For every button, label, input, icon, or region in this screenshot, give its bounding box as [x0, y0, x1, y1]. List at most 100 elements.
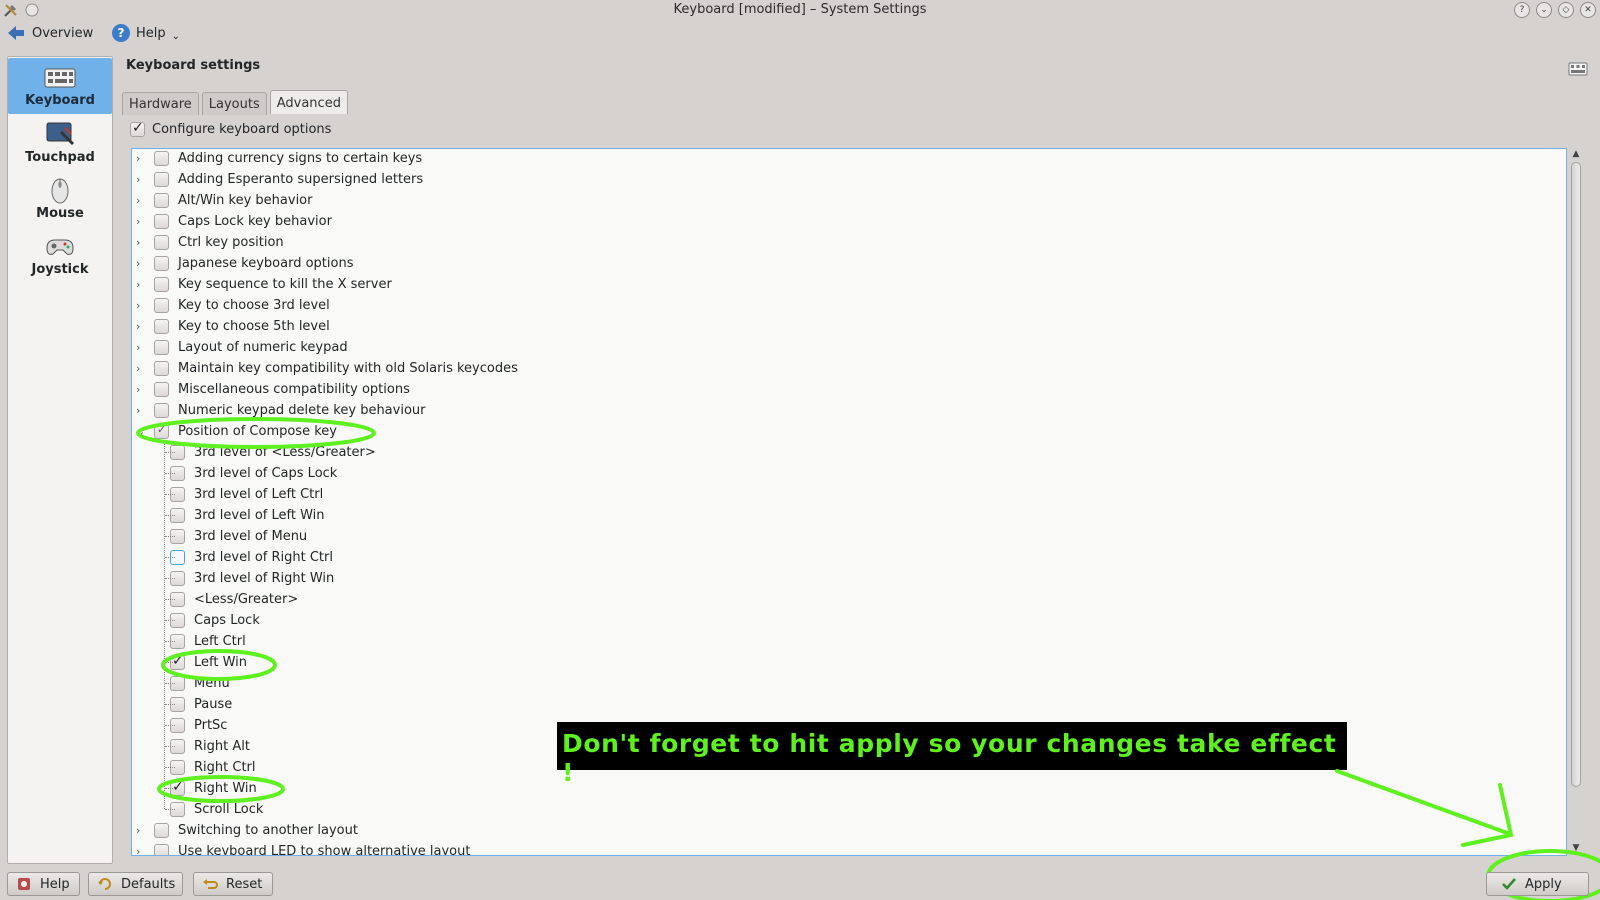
tree-child-row[interactable]: Scroll Lock — [132, 799, 263, 820]
tree-child-row[interactable]: 3rd level of Right Ctrl — [132, 547, 333, 568]
option-checkbox[interactable] — [154, 823, 169, 838]
tree-connector — [165, 536, 175, 537]
tree-child-row[interactable]: 3rd level of Right Win — [132, 568, 334, 589]
tree-child-row[interactable]: 3rd level of Caps Lock — [132, 463, 337, 484]
expand-arrow-icon[interactable]: › — [136, 845, 150, 855]
tree-child-row[interactable]: Left Win — [132, 652, 247, 673]
defaults-button[interactable]: Defaults — [88, 872, 183, 896]
expand-arrow-icon[interactable]: › — [136, 404, 150, 417]
expand-arrow-icon[interactable]: › — [136, 257, 150, 270]
option-checkbox[interactable] — [154, 235, 169, 250]
help-button[interactable]: Help — [7, 872, 80, 896]
option-label: 3rd level of Left Win — [194, 508, 325, 523]
option-checkbox[interactable] — [154, 382, 169, 397]
option-checkbox[interactable] — [154, 361, 169, 376]
option-checkbox[interactable] — [154, 403, 169, 418]
keyboard-layout-icon[interactable] — [1568, 62, 1588, 76]
scroll-up-icon[interactable]: ▲ — [1568, 148, 1584, 160]
reset-button[interactable]: Reset — [193, 872, 273, 896]
tree-connector — [165, 788, 175, 789]
title-bar: Keyboard [modified] – System Settings ? … — [0, 0, 1600, 20]
overview-button[interactable]: Overview — [6, 24, 93, 42]
maximize-icon[interactable]: ◇ — [1558, 2, 1574, 18]
tree-child-row[interactable]: <Less/Greater> — [132, 589, 298, 610]
expand-arrow-icon[interactable]: › — [136, 194, 150, 207]
tree-group-row[interactable]: › Ctrl key position — [132, 232, 284, 253]
option-checkbox[interactable] — [154, 256, 169, 271]
option-checkbox[interactable] — [154, 214, 169, 229]
tree-child-row[interactable]: Pause — [132, 694, 232, 715]
tree-group-row-expanded[interactable]: ⌄ Position of Compose key — [132, 421, 337, 442]
tree-child-row[interactable]: Menu — [132, 673, 230, 694]
expand-arrow-icon[interactable]: › — [136, 341, 150, 354]
close-icon[interactable]: ✕ — [1580, 2, 1596, 18]
option-label: 3rd level of Right Ctrl — [194, 550, 333, 565]
help-menu-button[interactable]: ? Help ⌄ — [112, 24, 180, 42]
tab-advanced[interactable]: Advanced — [269, 90, 348, 114]
tree-child-row[interactable]: Caps Lock — [132, 610, 260, 631]
expand-arrow-icon[interactable]: › — [136, 278, 150, 291]
option-checkbox[interactable] — [154, 151, 169, 166]
expand-arrow-icon[interactable]: › — [136, 173, 150, 186]
help-titlebar-icon[interactable]: ? — [1514, 2, 1530, 18]
tree-child-row[interactable]: PrtSc — [132, 715, 227, 736]
tree-group-row[interactable]: › Japanese keyboard options — [132, 253, 353, 274]
scroll-thumb[interactable] — [1571, 162, 1581, 787]
expand-arrow-icon[interactable]: › — [136, 362, 150, 375]
tree-child-row[interactable]: Right Ctrl — [132, 757, 256, 778]
sidebar-item-keyboard[interactable]: Keyboard — [8, 58, 112, 114]
tree-group-row[interactable]: › Miscellaneous compatibility options — [132, 379, 410, 400]
option-checkbox[interactable] — [154, 193, 169, 208]
tab-layouts[interactable]: Layouts — [201, 92, 267, 115]
expand-arrow-icon[interactable]: › — [136, 215, 150, 228]
tree-group-row[interactable]: › Caps Lock key behavior — [132, 211, 332, 232]
expand-arrow-icon[interactable]: › — [136, 299, 150, 312]
tree-child-row[interactable]: 3rd level of Left Ctrl — [132, 484, 323, 505]
scroll-track[interactable] — [1571, 162, 1581, 842]
option-checkbox[interactable] — [154, 340, 169, 355]
tree-group-row[interactable]: › Layout of numeric keypad — [132, 337, 348, 358]
configure-options-checkbox[interactable]: Configure keyboard options — [130, 120, 331, 137]
option-checkbox[interactable] — [154, 423, 169, 439]
option-checkbox[interactable] — [154, 298, 169, 313]
tree-group-row[interactable]: › Key sequence to kill the X server — [132, 274, 392, 295]
tree-group-row[interactable]: › Key to choose 5th level — [132, 316, 330, 337]
tree-group-row[interactable]: › Switching to another layout — [132, 820, 358, 841]
tree-group-row[interactable]: › Use keyboard LED to show alternative la… — [132, 841, 470, 855]
tree-group-row[interactable]: › Adding currency signs to certain keys — [132, 149, 422, 169]
tree-group-row[interactable]: › Numeric keypad delete key behaviour — [132, 400, 426, 421]
tab-hardware[interactable]: Hardware — [122, 92, 199, 115]
tree-child-row[interactable]: Right Win — [132, 778, 257, 799]
expand-arrow-icon[interactable]: › — [136, 320, 150, 333]
option-checkbox[interactable] — [154, 319, 169, 334]
tree-group-row[interactable]: › Alt/Win key behavior — [132, 190, 312, 211]
sidebar-item-joystick[interactable]: Joystick — [8, 227, 112, 283]
tree-child-row[interactable]: Left Ctrl — [132, 631, 246, 652]
tree-child-row[interactable]: Right Alt — [132, 736, 250, 757]
configure-checkbox-box[interactable] — [130, 120, 145, 137]
expand-arrow-icon[interactable]: › — [136, 824, 150, 837]
option-checkbox[interactable] — [154, 277, 169, 292]
reset-icon — [203, 879, 218, 889]
tree-connector — [165, 494, 175, 495]
expand-arrow-icon[interactable]: › — [136, 383, 150, 396]
option-checkbox[interactable] — [154, 172, 169, 187]
scroll-down-icon[interactable]: ▼ — [1568, 842, 1584, 854]
tree-group-row[interactable]: › Maintain key compatibility with old Sol… — [132, 358, 518, 379]
tree-child-row[interactable]: 3rd level of Left Win — [132, 505, 325, 526]
expand-arrow-icon[interactable]: › — [136, 236, 150, 249]
tree-connector — [165, 578, 175, 579]
option-label: Right Win — [194, 781, 257, 796]
tree-group-row[interactable]: › Key to choose 3rd level — [132, 295, 330, 316]
expand-arrow-icon[interactable]: › — [136, 152, 150, 165]
sidebar-item-mouse[interactable]: Mouse — [8, 171, 112, 227]
option-checkbox[interactable] — [154, 844, 169, 855]
tree-child-row[interactable]: 3rd level of Menu — [132, 526, 307, 547]
tree-group-row[interactable]: › Adding Esperanto supersigned letters — [132, 169, 423, 190]
minimize-icon[interactable]: ⌄ — [1536, 2, 1552, 18]
tree-scrollbar[interactable]: ▲ ▼ — [1568, 148, 1584, 856]
collapse-arrow-icon[interactable]: ⌄ — [136, 425, 150, 438]
apply-button[interactable]: Apply — [1486, 872, 1589, 896]
sidebar-item-touchpad[interactable]: Touchpad — [8, 115, 112, 171]
window-title: Keyboard [modified] – System Settings — [673, 2, 927, 17]
